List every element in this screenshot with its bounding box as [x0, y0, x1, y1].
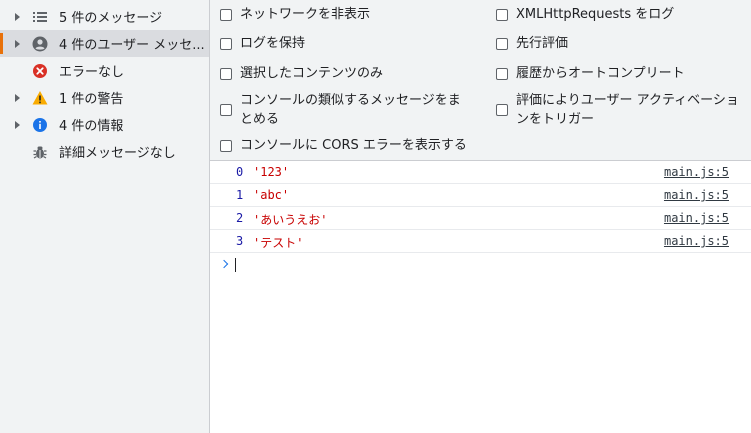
- log-string-value: '123': [253, 165, 290, 179]
- group-similar-checkbox[interactable]: [220, 104, 232, 116]
- selected-context-only-checkbox[interactable]: [220, 68, 232, 80]
- checkbox-label: 先行評価: [516, 36, 569, 51]
- source-link[interactable]: main.js:5: [664, 211, 729, 225]
- checkbox-label: 履歴からオートコンプリート: [516, 66, 685, 81]
- info-icon: [32, 117, 48, 133]
- checkbox-label: ログを保持: [240, 36, 306, 51]
- sidebar-item-label: エラーなし: [59, 65, 125, 80]
- sidebar-item-info[interactable]: 4 件の情報: [0, 111, 209, 138]
- sidebar-item-errors[interactable]: エラーなし: [0, 57, 209, 84]
- bug-icon: [32, 144, 48, 160]
- sidebar-item-label: 4 件のユーザー メッセ...: [59, 38, 205, 53]
- console-sidebar: 5 件のメッセージ 4 件のユーザー メッセ... エラーなし 1 件の警告 4…: [0, 0, 210, 433]
- checkbox-label: 評価によりユーザー アクティベーショ ンをトリガー: [516, 91, 739, 129]
- checkbox-label-line2: ンをトリガー: [516, 112, 595, 127]
- prompt-chevron-icon: [219, 257, 229, 271]
- eager-evaluation-checkbox[interactable]: [496, 38, 508, 50]
- console-prompt[interactable]: [210, 254, 751, 276]
- console-message-row[interactable]: 0 '123' main.js:5: [210, 161, 751, 184]
- expand-arrow-icon[interactable]: [12, 120, 22, 130]
- source-link[interactable]: main.js:5: [664, 188, 729, 202]
- source-link[interactable]: main.js:5: [664, 234, 729, 248]
- sidebar-item-user-messages[interactable]: 4 件のユーザー メッセ...: [0, 30, 209, 57]
- console-message-row[interactable]: 1 'abc' main.js:5: [210, 184, 751, 207]
- sidebar-item-label: 5 件のメッセージ: [59, 11, 163, 26]
- source-link[interactable]: main.js:5: [664, 165, 729, 179]
- console-message-row[interactable]: 2 'あいうえお' main.js:5: [210, 207, 751, 230]
- checkbox-label: コンソールに CORS エラーを表示する: [240, 138, 467, 153]
- log-index: 2: [236, 211, 244, 225]
- expand-arrow-icon[interactable]: [12, 12, 22, 22]
- sidebar-item-label: 1 件の警告: [59, 92, 124, 107]
- log-xhr-checkbox[interactable]: [496, 9, 508, 21]
- preserve-log-checkbox[interactable]: [220, 38, 232, 50]
- checkbox-label: ネットワークを非表示: [240, 7, 371, 22]
- selection-indicator: [0, 33, 3, 54]
- console-output: 0 '123' main.js:5 1 'abc' main.js:5 2 'あ…: [210, 161, 751, 433]
- warning-icon: [32, 90, 48, 106]
- autocomplete-from-history-checkbox[interactable]: [496, 68, 508, 80]
- checkbox-label: 選択したコンテンツのみ: [240, 66, 384, 81]
- log-string-value: 'テスト': [253, 236, 304, 250]
- console-message-row[interactable]: 3 'テスト' main.js:5: [210, 230, 751, 253]
- sidebar-item-warnings[interactable]: 1 件の警告: [0, 84, 209, 111]
- checkbox-label: XMLHttpRequests をログ: [516, 7, 675, 22]
- user-activation-checkbox[interactable]: [496, 104, 508, 116]
- sidebar-item-label: 4 件の情報: [59, 119, 124, 134]
- hide-network-option[interactable]: ネットワークを非表示: [220, 5, 370, 24]
- show-cors-errors-checkbox[interactable]: [220, 140, 232, 152]
- autocomplete-from-history-option[interactable]: 履歴からオートコンプリート: [496, 64, 685, 83]
- text-cursor: [235, 258, 236, 272]
- sidebar-item-label: 詳細メッセージなし: [59, 146, 176, 161]
- log-index: 1: [236, 188, 244, 202]
- hide-network-checkbox[interactable]: [220, 9, 232, 21]
- log-string-value: 'あいうえお': [253, 213, 328, 227]
- sidebar-item-messages[interactable]: 5 件のメッセージ: [0, 3, 209, 30]
- show-cors-errors-option[interactable]: コンソールに CORS エラーを表示する: [220, 136, 467, 155]
- checkbox-label-line1: 評価によりユーザー アクティベーショ: [516, 93, 739, 108]
- error-icon: [32, 63, 48, 79]
- eager-evaluation-option[interactable]: 先行評価: [496, 34, 568, 53]
- checkbox-label-line1: コンソールの類似するメッセージをま: [240, 93, 461, 108]
- expand-arrow-icon[interactable]: [12, 93, 22, 103]
- checkbox-label-line2: とめる: [240, 112, 280, 127]
- list-icon: [32, 9, 48, 25]
- group-similar-option[interactable]: コンソールの類似するメッセージをま とめる: [220, 91, 461, 129]
- log-string-value: 'abc': [253, 188, 290, 202]
- selected-context-only-option[interactable]: 選択したコンテンツのみ: [220, 64, 383, 83]
- expand-arrow-icon[interactable]: [12, 39, 22, 49]
- log-index: 3: [236, 234, 244, 248]
- log-xhr-option[interactable]: XMLHttpRequests をログ: [496, 5, 674, 24]
- console-settings-panel: ネットワークを非表示 ログを保持 選択したコンテンツのみ コンソールの類似するメ…: [210, 0, 751, 161]
- user-activation-option[interactable]: 評価によりユーザー アクティベーショ ンをトリガー: [496, 91, 739, 129]
- checkbox-label: コンソールの類似するメッセージをま とめる: [240, 91, 461, 129]
- log-index: 0: [236, 165, 244, 179]
- sidebar-item-verbose[interactable]: 詳細メッセージなし: [0, 138, 209, 165]
- user-icon: [32, 36, 48, 52]
- preserve-log-option[interactable]: ログを保持: [220, 34, 305, 53]
